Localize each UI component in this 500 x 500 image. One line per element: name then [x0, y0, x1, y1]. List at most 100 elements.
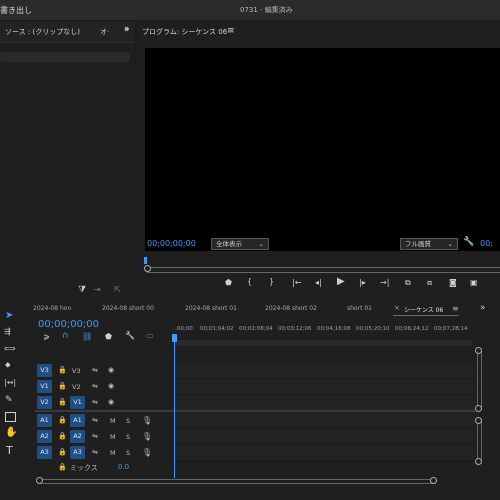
wrench-icon[interactable]: 🔧	[463, 237, 474, 247]
track-row-v3[interactable]	[175, 363, 475, 379]
razor-tool-icon[interactable]: ⬥	[5, 360, 11, 370]
insert-clip-icon[interactable]: ⧉	[405, 278, 411, 288]
lock-icon[interactable]: 🔒	[58, 366, 67, 374]
add-marker-icon[interactable]: ⬟	[225, 278, 232, 287]
sync-lock-icon[interactable]: ⇋	[92, 382, 98, 390]
go-to-in-icon[interactable]: |←	[292, 278, 301, 287]
overwrite-clip-icon[interactable]: ⧈	[427, 278, 432, 288]
add-marker-icon[interactable]: ⬟	[105, 332, 112, 341]
microphone-icon[interactable]: 🎙	[142, 432, 152, 441]
time-ruler[interactable]: :00;00 00;01;04;02 00;02;08;04 00;03;12;…	[175, 326, 475, 338]
program-playhead-marker[interactable]	[144, 257, 147, 264]
horizontal-scrollbar[interactable]	[40, 479, 435, 484]
timeline-playhead[interactable]	[174, 340, 175, 478]
track-row-a1[interactable]	[175, 413, 475, 429]
sync-lock-icon[interactable]: ⇋	[92, 448, 98, 456]
hand-tool-icon[interactable]: ✋	[5, 427, 17, 438]
source-patch-v1[interactable]: V1	[37, 380, 52, 393]
wrench-icon[interactable]: 🔧	[125, 331, 135, 340]
scroll-handle[interactable]	[430, 477, 437, 484]
solo-button[interactable]: S	[126, 417, 130, 425]
source-patch-v3[interactable]: V3	[37, 364, 52, 377]
track-row-v1[interactable]	[175, 395, 475, 411]
microphone-icon[interactable]: 🎙	[142, 416, 152, 425]
panel-expand-icon[interactable]: »	[124, 24, 130, 34]
solo-button[interactable]: S	[126, 433, 130, 441]
program-scrubber[interactable]	[147, 267, 500, 273]
tab-active-sequence[interactable]: シーケンス 06	[404, 305, 443, 314]
source-panel-title[interactable]: ソース : (クリップなし)	[5, 27, 80, 37]
step-back-icon[interactable]: ◂|	[315, 278, 322, 287]
timeline-timecode[interactable]: 00;00;00;00	[38, 319, 99, 330]
lock-icon[interactable]: 🔒	[58, 398, 67, 406]
eye-icon[interactable]: ◉	[108, 382, 114, 390]
insert-icon[interactable]: ⇥	[94, 285, 101, 294]
mark-out-button[interactable]: }	[269, 277, 274, 286]
sync-lock-icon[interactable]: ⇋	[92, 416, 98, 424]
quality-select[interactable]: フル画質 ⌄	[400, 238, 458, 250]
target-track-v3[interactable]: V3	[72, 367, 81, 375]
microphone-icon[interactable]: 🎙	[142, 448, 152, 457]
nest-icon[interactable]: ⩾	[43, 332, 50, 341]
scroll-handle[interactable]	[36, 477, 43, 484]
tab-sequence[interactable]: 2024-08 short 00	[102, 305, 154, 312]
zoom-select[interactable]: 全体表示 ⌄	[211, 238, 269, 250]
lock-icon[interactable]: 🔒	[58, 448, 67, 456]
type-tool-icon[interactable]: T	[6, 444, 13, 457]
program-panel-title[interactable]: プログラム: シーケンス 06	[142, 27, 227, 37]
track-row-a3[interactable]	[175, 445, 475, 461]
source-scrollbar[interactable]	[0, 52, 130, 62]
filter-icon[interactable]: ⧩	[78, 285, 86, 295]
tab-sequence[interactable]: 2024-08 short 01	[185, 305, 237, 312]
program-timecode[interactable]: 00;00;00;00	[147, 239, 196, 248]
lock-icon[interactable]: 🔒	[58, 416, 67, 424]
solo-button[interactable]: S	[126, 449, 130, 457]
source-patch-a3[interactable]: A3	[37, 446, 52, 459]
tab-sequence[interactable]: 2024-08 hon	[33, 305, 71, 312]
step-forward-icon[interactable]: |▸	[359, 278, 366, 287]
lock-icon[interactable]: 🔒	[58, 382, 67, 390]
ruler-bar[interactable]	[175, 340, 472, 346]
vertical-scrollbar-video[interactable]	[477, 350, 482, 408]
timeline-expand-icon[interactable]: »	[480, 303, 486, 313]
target-track-v2[interactable]: V2	[72, 383, 81, 391]
export-label[interactable]: 書き出し	[0, 5, 32, 16]
track-select-tool-icon[interactable]: ⇶	[4, 327, 11, 336]
pen-tool-icon[interactable]: ✎	[5, 395, 13, 405]
play-icon[interactable]: ▶	[337, 276, 345, 287]
sync-lock-icon[interactable]: ⇋	[92, 432, 98, 440]
export-frame-icon[interactable]: ⇱	[114, 285, 121, 294]
ripple-edit-tool-icon[interactable]: ⟺	[4, 344, 15, 353]
mix-value[interactable]: 0.0	[118, 463, 129, 471]
lock-icon[interactable]: 🔒	[58, 432, 67, 440]
source-patch-a1[interactable]: A1	[37, 414, 52, 427]
sync-lock-icon[interactable]: ⇋	[92, 366, 98, 374]
rectangle-tool-icon[interactable]	[5, 412, 16, 422]
target-track-a1[interactable]: A1	[70, 414, 85, 427]
mute-button[interactable]: M	[110, 433, 116, 441]
button-editor-icon[interactable]: ▣	[470, 278, 478, 287]
slip-tool-icon[interactable]: |↔|	[4, 378, 16, 387]
magnet-snap-icon[interactable]: ∩	[62, 331, 69, 341]
target-track-a2[interactable]: A2	[70, 430, 85, 443]
lock-icon[interactable]: 🔒	[58, 463, 67, 471]
track-row-v2[interactable]	[175, 379, 475, 395]
scroll-handle[interactable]	[475, 417, 482, 424]
mute-button[interactable]: M	[110, 417, 116, 425]
target-track-a3[interactable]: A3	[70, 446, 85, 459]
selection-tool-icon[interactable]: ➤	[5, 310, 13, 321]
close-icon[interactable]: ×	[394, 304, 400, 312]
go-to-out-icon[interactable]: →|	[380, 278, 389, 287]
timeline-menu-icon[interactable]: ≡	[452, 304, 459, 313]
vertical-scrollbar-audio[interactable]	[477, 420, 482, 460]
source-more[interactable]: オ·	[100, 27, 109, 37]
scroll-handle[interactable]	[475, 347, 482, 354]
source-patch-a2[interactable]: A2	[37, 430, 52, 443]
program-scrubber-handle[interactable]	[144, 265, 151, 272]
scroll-handle[interactable]	[475, 405, 482, 412]
mute-button[interactable]: M	[110, 449, 116, 457]
track-row-mix[interactable]	[175, 461, 475, 477]
captions-icon[interactable]: ▭	[146, 331, 154, 340]
mark-in-button[interactable]: {	[247, 277, 252, 286]
eye-icon[interactable]: ◉	[108, 366, 114, 374]
